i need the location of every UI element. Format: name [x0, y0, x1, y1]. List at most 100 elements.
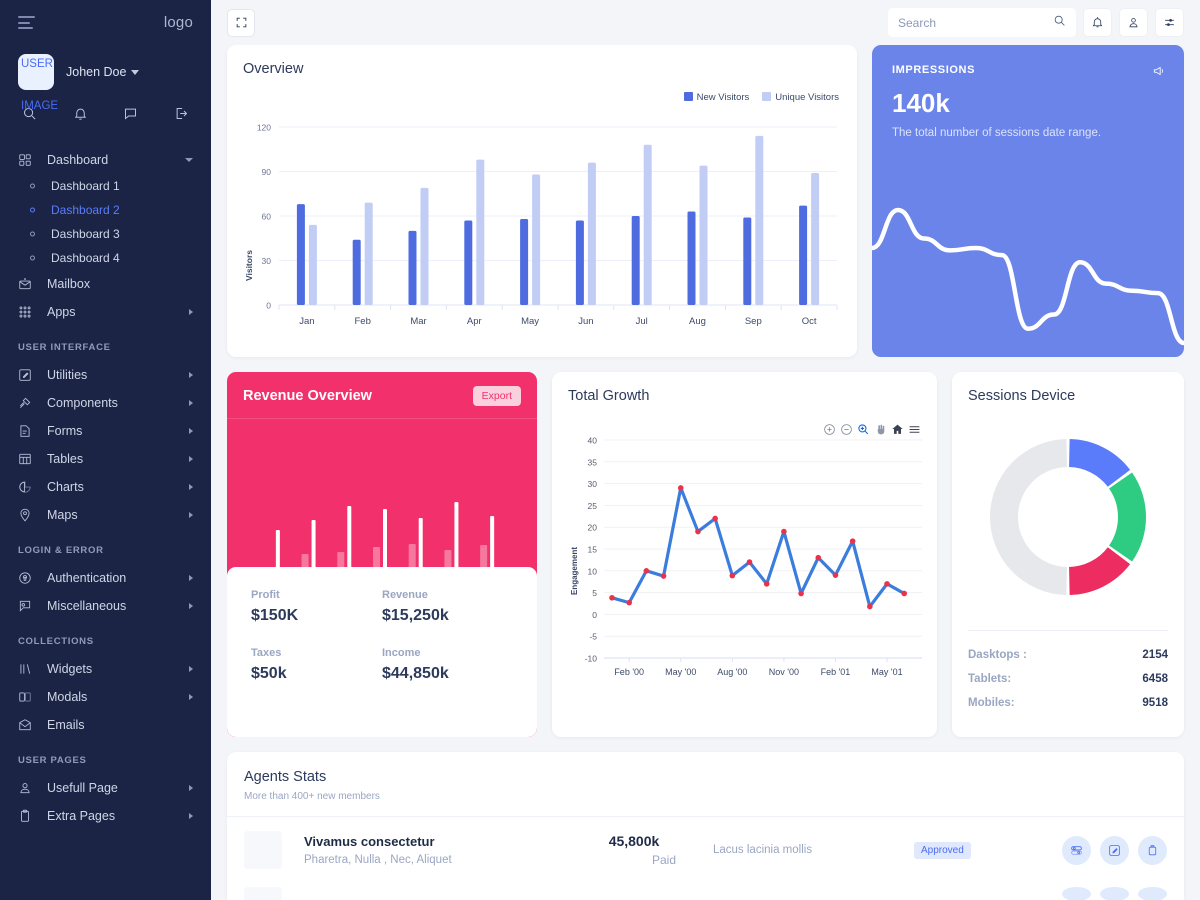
edit-icon[interactable]: [1100, 835, 1129, 865]
sidebar-item-dashboard-3[interactable]: Dashboard 3: [0, 222, 211, 246]
sidebar-item-label: Extra Pages: [47, 809, 116, 823]
sidebar-item-emails[interactable]: Emails: [0, 711, 211, 739]
logo[interactable]: logo: [164, 14, 193, 31]
delete-icon[interactable]: [1138, 835, 1167, 865]
svg-text:Sep: Sep: [745, 316, 762, 327]
svg-text:Apr: Apr: [467, 316, 482, 327]
sidebar-item-widgets[interactable]: Widgets: [0, 655, 211, 683]
sidebar-item-label: Modals: [47, 690, 88, 704]
search-icon[interactable]: [1053, 14, 1066, 32]
pie-chart-icon: [18, 480, 40, 494]
expand-icon[interactable]: [227, 8, 255, 37]
notifications-button[interactable]: [1083, 8, 1112, 37]
sidebar-item-dashboard[interactable]: Dashboard: [0, 146, 211, 174]
svg-text:10: 10: [588, 566, 598, 576]
sidebar-item-dashboard-1[interactable]: Dashboard 1: [0, 174, 211, 198]
sidebar-section-login-error: LOGIN & ERROR: [18, 545, 104, 556]
svg-text:60: 60: [262, 212, 272, 222]
sidebar-item-miscellaneous[interactable]: Miscellaneous: [0, 592, 211, 620]
sliders-icon[interactable]: [1062, 835, 1091, 865]
sidebar-item-usefull-page[interactable]: Usefull Page: [0, 774, 211, 802]
avatar-alt-line1: USER: [21, 58, 53, 70]
sidebar-item-label: Dashboard: [47, 153, 109, 167]
user-name-label: Johen Doe: [66, 65, 127, 79]
search-input[interactable]: [898, 15, 1053, 30]
svg-text:Feb '01: Feb '01: [821, 667, 851, 677]
export-button[interactable]: Export: [472, 386, 521, 406]
sliders-icon[interactable]: [1062, 887, 1091, 900]
agents-title: Agents Stats: [244, 769, 327, 785]
svg-text:May '00: May '00: [665, 667, 696, 677]
svg-text:Jan: Jan: [299, 316, 314, 327]
sidebar-item-forms[interactable]: Forms: [0, 417, 211, 445]
search-box[interactable]: [888, 8, 1076, 37]
sidebar-item-mailbox[interactable]: Mailbox: [0, 270, 211, 298]
sidebar-item-charts[interactable]: Charts: [0, 473, 211, 501]
sidebar-item-maps[interactable]: Maps: [0, 501, 211, 529]
sidebar-item-utilities[interactable]: Utilities: [0, 361, 211, 389]
sidebar-item-label: Apps: [47, 305, 76, 319]
sidebar-user[interactable]: USER IMAGE Johen Doe: [0, 45, 211, 112]
legend-label: New Visitors: [696, 92, 750, 103]
stat-profit: Profit $150K: [251, 589, 382, 625]
sidebar-item-authentication[interactable]: Authentication: [0, 564, 211, 592]
svg-text:Mar: Mar: [410, 316, 426, 327]
svg-text:May: May: [521, 316, 539, 327]
svg-text:Jul: Jul: [636, 316, 648, 327]
sidebar-item-modals[interactable]: Modals: [0, 683, 211, 711]
chevron-right-icon: [189, 694, 193, 700]
sidebar-item-apps[interactable]: Apps: [0, 298, 211, 326]
chevron-right-icon: [189, 813, 193, 819]
list-item: Mobiles: 9518: [968, 691, 1168, 715]
legend-label: Unique Visitors: [775, 92, 839, 103]
stat-value: $44,850k: [382, 665, 449, 682]
profile-button[interactable]: [1119, 8, 1148, 37]
svg-text:20: 20: [588, 523, 598, 533]
table-row[interactable]: [227, 883, 1184, 900]
avatar: USER IMAGE: [18, 54, 58, 112]
svg-text:25: 25: [588, 501, 598, 511]
chevron-right-icon: [189, 428, 193, 434]
impressions-sparkline: [872, 207, 1184, 346]
bullet-icon: [30, 255, 35, 261]
sidebar-section-user-interface: USER INTERFACE: [18, 342, 111, 353]
agent-thumbnail: [244, 831, 282, 869]
stat-label: Profit: [251, 589, 280, 601]
logout-icon[interactable]: [174, 106, 189, 126]
revenue-chart-area: [227, 419, 537, 602]
sidebar-item-dashboard-2[interactable]: Dashboard 2: [0, 198, 211, 222]
sidebar-submenu-dashboard: Dashboard 1 Dashboard 2 Dashboard 3 Dash…: [0, 174, 211, 270]
sessions-key: Dasktops :: [968, 649, 1027, 661]
sidebar-item-label: Maps: [47, 508, 78, 522]
topbar: [211, 0, 1200, 45]
sidebar-item-extra-pages[interactable]: Extra Pages: [0, 802, 211, 830]
svg-text:30: 30: [588, 479, 598, 489]
list-item: Tablets: 6458: [968, 667, 1168, 691]
delete-icon[interactable]: [1138, 887, 1167, 900]
menu-toggle-icon[interactable]: [18, 16, 35, 29]
bell-icon[interactable]: [73, 106, 88, 126]
settings-sliders-button[interactable]: [1155, 8, 1184, 37]
sidebar-item-components[interactable]: Components: [0, 389, 211, 417]
user-name-dropdown[interactable]: Johen Doe: [66, 65, 140, 79]
legend-swatch: [762, 92, 772, 101]
sidebar-item-dashboard-4[interactable]: Dashboard 4: [0, 246, 211, 270]
sidebar-item-label: Widgets: [47, 662, 93, 676]
agent-info: Vivamus consectetur Pharetra, Nulla , Ne…: [304, 834, 579, 866]
svg-text:Nov '00: Nov '00: [769, 667, 799, 677]
sessions-key: Mobiles:: [968, 697, 1015, 709]
revenue-card: Revenue Overview Export Profit $150K Rev…: [227, 372, 537, 737]
impressions-description: The total number of sessions date range.: [892, 127, 1102, 139]
megaphone-icon: [1152, 64, 1166, 83]
edit-icon[interactable]: [1100, 887, 1129, 900]
svg-text:-5: -5: [589, 632, 597, 642]
chevron-right-icon: [189, 400, 193, 406]
sidebar-item-label: Usefull Page: [47, 781, 118, 795]
sidebar-item-label: Tables: [47, 452, 84, 466]
chat-icon[interactable]: [123, 106, 138, 126]
table-row[interactable]: Vivamus consectetur Pharetra, Nulla , Ne…: [227, 817, 1184, 883]
sidebar-item-label: Charts: [47, 480, 84, 494]
legend-swatch: [683, 92, 693, 101]
sidebar-item-tables[interactable]: Tables: [0, 445, 211, 473]
chevron-right-icon: [189, 372, 193, 378]
